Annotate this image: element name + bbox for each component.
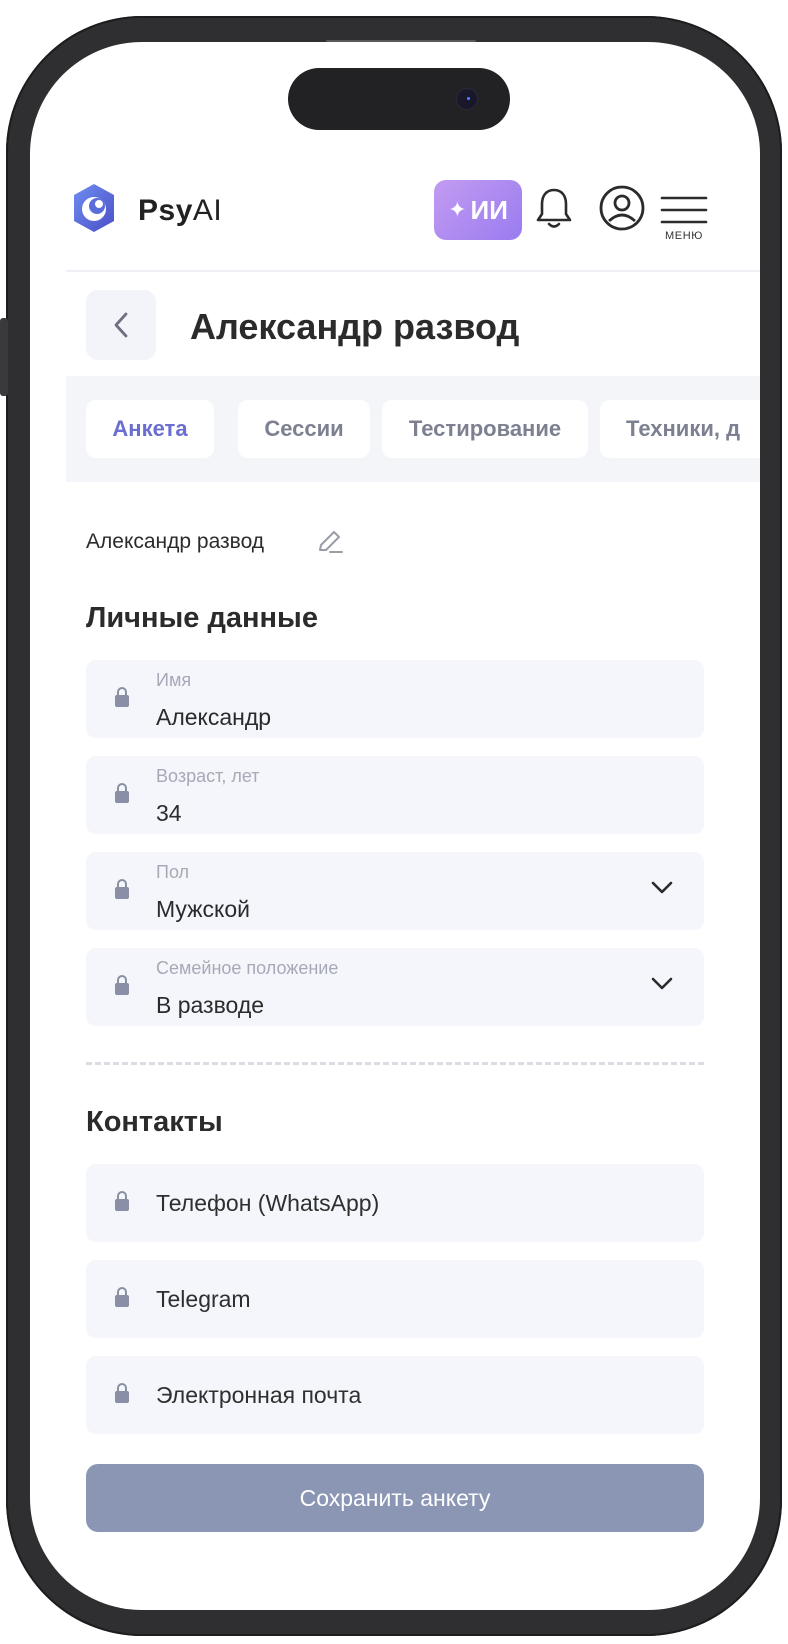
section-divider <box>86 1062 704 1065</box>
age-field[interactable]: Возраст, лет 34 <box>86 756 704 834</box>
menu-label[interactable]: МЕНЮ <box>654 230 714 242</box>
chevron-down-icon[interactable] <box>650 880 674 896</box>
section-title-contacts: Контакты <box>86 1106 223 1138</box>
field-placeholder: Телефон (WhatsApp) <box>156 1190 380 1216</box>
marital-status-select[interactable]: Семейное положение В разводе <box>86 948 704 1026</box>
field-value: Мужской <box>156 896 251 922</box>
name-field[interactable]: Имя Александр <box>86 660 704 738</box>
field-label: Возраст, лет <box>156 766 260 786</box>
field-value: 34 <box>156 800 182 826</box>
field-value: Александр <box>156 704 272 730</box>
email-field[interactable]: Электронная почта <box>86 1356 704 1434</box>
back-arrow-icon <box>114 312 128 338</box>
field-label: Семейное положение <box>156 958 339 978</box>
phone-field[interactable]: Телефон (WhatsApp) <box>86 1164 704 1242</box>
tab-anketa[interactable]: Анкета <box>86 400 214 458</box>
tab-label: Техники, д <box>626 416 741 441</box>
logo-icon[interactable] <box>70 182 118 234</box>
dynamic-island <box>288 68 510 130</box>
field-value: В разводе <box>156 992 265 1018</box>
brand-psy: Psy <box>138 194 193 227</box>
tab-sessions[interactable]: Сессии <box>238 400 370 458</box>
lock-icon <box>115 1287 129 1307</box>
chevron-down-icon[interactable] <box>650 976 674 992</box>
telegram-field[interactable]: Telegram <box>86 1260 704 1338</box>
save-form-button[interactable]: Сохранить анкету <box>86 1464 704 1532</box>
field-label: Имя <box>156 670 192 690</box>
brand-name[interactable]: PsyAI <box>138 194 222 228</box>
tabs-bar: Анкета Сессии Тестирование Техники, д <box>66 376 760 482</box>
lock-icon <box>115 1383 129 1403</box>
phone-side-button <box>0 318 8 396</box>
tab-label: Анкета <box>112 416 188 441</box>
camera-icon <box>456 88 478 110</box>
field-label: Пол <box>156 862 190 882</box>
phone-screen: PsyAI ✦ ИИ МЕНЮ Александр развод Анкета … <box>30 42 760 1610</box>
tab-testing[interactable]: Тестирование <box>382 400 588 458</box>
bell-icon[interactable] <box>532 186 576 232</box>
field-placeholder: Telegram <box>156 1286 251 1312</box>
lock-icon <box>115 879 129 899</box>
back-button[interactable] <box>86 290 156 360</box>
gender-select[interactable]: Пол Мужской <box>86 852 704 930</box>
lock-icon <box>115 1191 129 1211</box>
ai-assistant-button[interactable]: ✦ ИИ <box>434 180 522 240</box>
tab-techniques[interactable]: Техники, д <box>600 400 760 458</box>
edit-icon[interactable] <box>314 526 346 558</box>
lock-icon <box>115 783 129 803</box>
tab-label: Тестирование <box>408 416 562 441</box>
brand-ai: AI <box>192 194 223 227</box>
app-header: PsyAI ✦ ИИ МЕНЮ <box>30 142 760 242</box>
sparkle-icon: ✦ <box>448 197 467 222</box>
profile-icon[interactable] <box>598 184 646 232</box>
header-divider <box>66 270 760 272</box>
field-placeholder: Электронная почта <box>156 1382 362 1408</box>
section-title-personal: Личные данные <box>86 602 318 634</box>
case-name: Александр развод <box>86 530 265 553</box>
lock-icon <box>115 975 129 995</box>
tab-label: Сессии <box>264 416 344 441</box>
stage: PsyAI ✦ ИИ МЕНЮ Александр развод Анкета … <box>0 0 788 1644</box>
ai-button-label: ИИ <box>470 194 508 225</box>
page-title: Александр развод <box>190 306 520 347</box>
lock-icon <box>115 687 129 707</box>
